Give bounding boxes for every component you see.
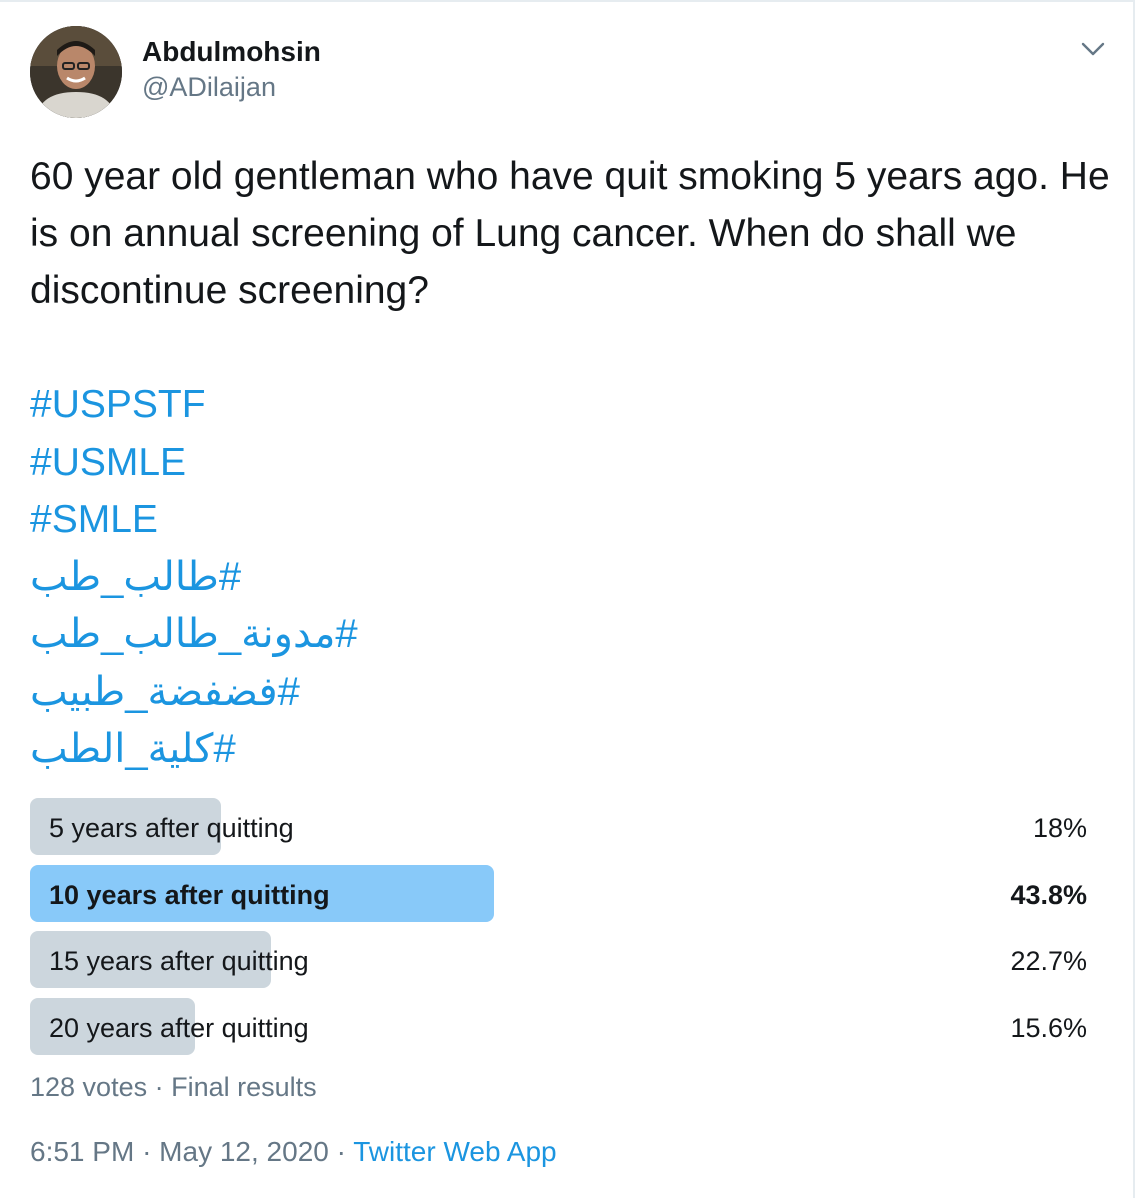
poll-option-label: 15 years after quitting — [49, 946, 309, 976]
poll-option-percent: 43.8% — [1010, 879, 1087, 910]
poll-option: 20 years after quitting 15.6% — [30, 997, 1090, 1055]
poll-option-label: 10 years after quitting — [49, 879, 330, 910]
poll-option-label: 20 years after quitting — [49, 1012, 309, 1043]
hashtag-link[interactable]: #طالب_طب — [30, 549, 630, 607]
hashtag-link[interactable]: #مدونة_طالب_طب — [30, 606, 630, 664]
separator: · — [142, 1136, 160, 1167]
poll-status: Final results — [171, 1072, 317, 1102]
poll-option-percent: 22.7% — [1010, 946, 1087, 976]
tweet-date[interactable]: May 12, 2020 — [159, 1136, 329, 1167]
poll-vote-count: 128 votes — [30, 1072, 148, 1102]
tweet-footer: 6:51 PM · May 12, 2020 · Twitter Web App — [30, 1136, 557, 1168]
poll-option: 15 years after quitting 22.7% — [30, 931, 1090, 988]
display-name[interactable]: Abdulmohsin — [142, 36, 321, 68]
hashtag-link[interactable]: #كلية_الطب — [30, 721, 630, 779]
poll-option-label: 5 years after quitting — [49, 813, 294, 843]
hashtag-link[interactable]: #USPSTF — [30, 376, 630, 434]
separator: · — [336, 1136, 354, 1167]
poll: 5 years after quitting 18% 10 years afte… — [30, 798, 1090, 1064]
hashtag-link[interactable]: #فضفضة_طبيب — [30, 664, 630, 722]
hashtag-link[interactable]: #SMLE — [30, 491, 630, 549]
hashtag-link[interactable]: #USMLE — [30, 434, 630, 492]
hashtag-list: #USPSTF #USMLE #SMLE #طالب_طب #مدونة_طال… — [30, 376, 630, 779]
poll-option: 10 years after quitting 43.8% — [30, 864, 1090, 922]
separator: · — [154, 1072, 172, 1102]
poll-option-percent: 15.6% — [1010, 1012, 1087, 1043]
avatar[interactable] — [30, 26, 122, 118]
poll-option: 5 years after quitting 18% — [30, 798, 1090, 855]
tweet-source-link[interactable]: Twitter Web App — [353, 1136, 556, 1167]
tweet-text: 60 year old gentleman who have quit smok… — [30, 155, 1110, 312]
tweet-card: Abdulmohsin @ADilaijan 60 year old gentl… — [0, 0, 1135, 1198]
poll-meta: 128 votes · Final results — [30, 1072, 317, 1103]
poll-option-percent: 18% — [1032, 813, 1087, 843]
chevron-down-icon[interactable] — [1080, 36, 1106, 62]
tweet-time[interactable]: 6:51 PM — [30, 1136, 134, 1167]
user-handle[interactable]: @ADilaijan — [142, 72, 276, 103]
avatar-photo — [30, 26, 122, 118]
